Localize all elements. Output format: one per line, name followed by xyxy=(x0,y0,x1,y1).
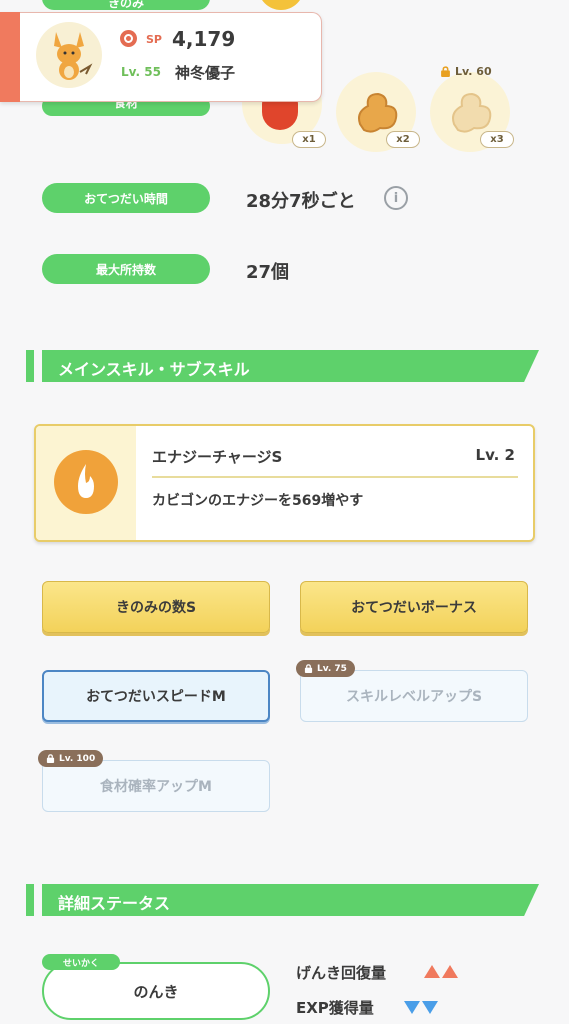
subskill-label: おてつだいボーナス xyxy=(351,600,477,616)
raichu-icon xyxy=(54,32,93,80)
subskill-button-2[interactable]: おてつだいボーナス xyxy=(300,581,528,633)
subskill-button-3[interactable]: おてつだいスピードM xyxy=(42,670,270,722)
nature-box[interactable]: のんき xyxy=(42,962,270,1020)
ingredient-count-2: x2 xyxy=(386,131,420,148)
lock-icon xyxy=(46,754,55,763)
subskill-label: おてつだいスピードM xyxy=(86,689,226,705)
max-carry-label: 最大所持数 xyxy=(42,254,210,284)
pokemon-avatar xyxy=(36,22,102,88)
main-skill-description: カビゴンのエナジーを569増やす xyxy=(152,493,364,509)
help-time-value: 28分7秒ごと xyxy=(246,191,356,212)
info-icon[interactable]: i xyxy=(384,186,408,210)
subskill-lock-level: Lv. 100 xyxy=(59,753,96,764)
skill-section-header: メインスキル・サブスキル xyxy=(26,350,539,382)
subskill-lock-tag-4: Lv. 75 xyxy=(296,660,355,677)
ingredient-lock-level: Lv. 60 xyxy=(455,65,492,78)
lock-icon xyxy=(441,66,450,77)
detail-section-header: 詳細ステータス xyxy=(26,884,539,916)
ingredient-count-3: x3 xyxy=(480,131,514,148)
card-accent-stripe xyxy=(0,12,20,102)
berry-label-pill: きのみ xyxy=(42,0,210,10)
down-arrows-icon xyxy=(404,1001,438,1014)
subskill-label: 食材確率アップM xyxy=(100,779,212,795)
pokemon-nickname: 神冬優子 xyxy=(175,64,236,82)
skill-section-title: メインスキル・サブスキル xyxy=(58,360,250,379)
detail-section-title: 詳細ステータス xyxy=(58,894,171,913)
ingredient-count-1: x1 xyxy=(292,131,326,148)
berry-icon xyxy=(258,0,304,10)
pokemon-level: Lv. 55 xyxy=(121,65,161,79)
subskill-label: きのみの数S xyxy=(115,600,197,616)
sp-label: SP xyxy=(146,33,162,46)
up-arrows-icon xyxy=(424,965,458,978)
sp-value: 4,179 xyxy=(172,27,236,51)
subskill-button-4[interactable]: スキルレベルアップS xyxy=(300,670,528,722)
main-skill-name: エナジーチャージS xyxy=(152,448,283,466)
skill-divider xyxy=(152,476,518,478)
subskill-lock-level: Lv. 75 xyxy=(317,663,347,674)
nature-effect-down-label: EXP獲得量 xyxy=(296,999,374,1017)
berry-label: きのみ xyxy=(107,0,144,10)
help-time-label: おてつだい時間 xyxy=(42,183,210,213)
max-carry-value: 27個 xyxy=(246,262,290,283)
ingredient-lock-tag: Lv. 60 xyxy=(440,65,492,78)
sp-icon xyxy=(120,30,137,47)
nature-value: のんき xyxy=(133,982,179,1001)
subskill-button-5[interactable]: 食材確率アップM xyxy=(42,760,270,812)
fire-icon xyxy=(54,450,118,514)
subskill-label: スキルレベルアップS xyxy=(345,689,483,705)
main-skill-card[interactable]: エナジーチャージS Lv. 2 カビゴンのエナジーを569増やす xyxy=(34,424,535,542)
subskill-button-1[interactable]: きのみの数S xyxy=(42,581,270,633)
main-skill-level: Lv. 2 xyxy=(475,446,515,464)
lock-icon xyxy=(304,664,313,673)
nature-effect-up-label: げんき回復量 xyxy=(296,964,387,982)
nature-tag: せいかく xyxy=(42,954,120,970)
subskill-lock-tag-5: Lv. 100 xyxy=(38,750,104,767)
